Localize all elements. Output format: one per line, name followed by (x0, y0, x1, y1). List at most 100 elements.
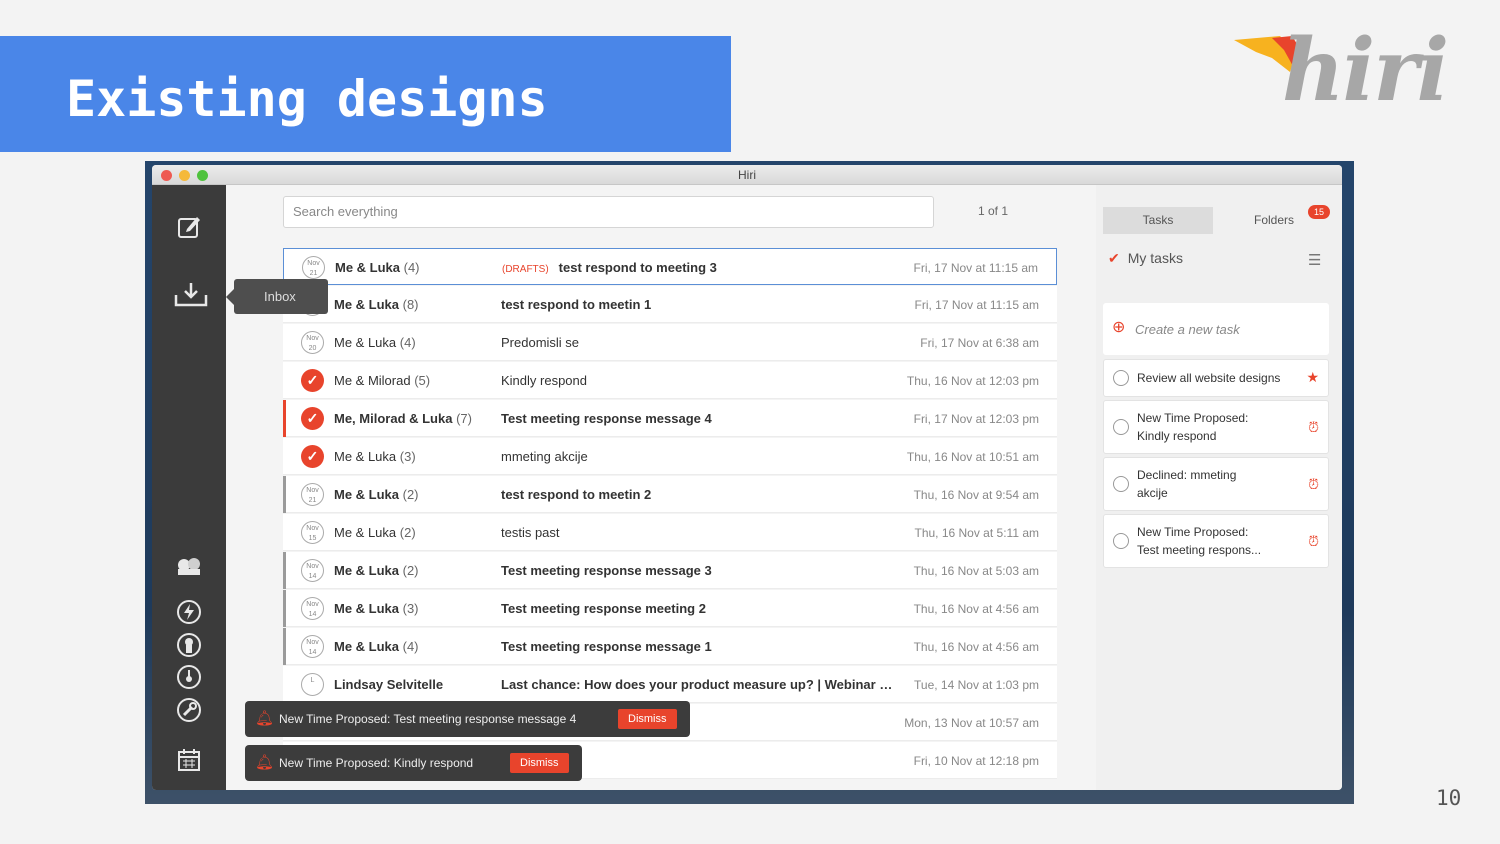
done-check-icon[interactable]: ✓ (301, 445, 324, 468)
email-date: Fri, 17 Nov at 6:38 am (920, 336, 1039, 350)
done-check-icon[interactable]: ✓ (301, 407, 324, 430)
result-counter: 1 of 1 (978, 204, 1009, 218)
email-subject: test respond to meetin 1 (501, 297, 652, 312)
email-subject: Test meeting response message 1 (501, 639, 712, 654)
email-row[interactable]: ✓ Me, Milorad & Luka (7) Test meeting resp… (283, 400, 1057, 437)
email-row[interactable]: Nov 21 Me & Luka (4) (DRAFTS) test respond … (283, 248, 1057, 285)
thread-count: (4) (399, 335, 416, 350)
email-subject: test respond to meetin 2 (501, 487, 652, 502)
alarm-icon[interactable]: ⏰︎ (1308, 419, 1319, 436)
create-task-placeholder: Create a new task (1135, 322, 1240, 337)
calendar-date-icon[interactable]: Nov 15 (301, 521, 324, 544)
email-row[interactable]: L Lindsay Selvitelle Last chance: How doe… (283, 666, 1057, 703)
inbox-icon[interactable] (173, 281, 208, 313)
email-row[interactable]: Nov 14 Me & Luka (2) Test meeting response… (283, 552, 1057, 589)
task-card[interactable]: New Time Proposed: Test meeting respons.… (1103, 514, 1329, 568)
bell-icon: 🔔︎ (255, 710, 275, 727)
email-row[interactable]: Nov 21Me & Luka (8)test respond to meeti… (283, 286, 1057, 323)
add-circle-icon: ⊕ (1112, 319, 1126, 336)
window-title: Hiri (738, 168, 756, 182)
calendar-date-icon[interactable]: Nov 14 (301, 597, 324, 620)
title-banner: Existing designs (0, 36, 731, 152)
email-row[interactable]: ✓ Me & Luka (3) mmeting akcije Thu, 16 Nov … (283, 438, 1057, 475)
email-row[interactable]: Nov 15 Me & Luka (2) testis past Thu, 16 No… (283, 514, 1057, 551)
bell-icon: 🔔︎ (255, 754, 275, 771)
task-checkbox[interactable] (1113, 370, 1129, 386)
email-sender: Me & Luka (4) (335, 260, 420, 275)
sidebar (152, 185, 226, 790)
email-subject: testis past (501, 525, 560, 540)
email-sender: Me & Milorad (5) (334, 373, 431, 388)
calendar-date-icon[interactable]: Nov 14 (301, 635, 324, 658)
email-date: Thu, 16 Nov at 5:03 am (913, 564, 1039, 578)
tasks-panel: Tasks Folders 15 ✔ My tasks ☰ ⊕ Create a … (1096, 185, 1342, 790)
alarm-icon[interactable]: ⏰︎ (1308, 476, 1319, 493)
email-date: Thu, 16 Nov at 12:03 pm (906, 374, 1039, 388)
calendar-date-icon[interactable]: L (301, 673, 324, 696)
email-subject: Test meeting response meeting 2 (501, 601, 706, 616)
menu-icon[interactable]: ☰ (1308, 251, 1321, 269)
email-row[interactable]: Nov 21 Me & Luka (2) test respond to meeti… (283, 476, 1057, 513)
people-icon[interactable] (173, 555, 205, 587)
email-sender: Me & Luka (2) (334, 487, 419, 502)
task-title: New Time Proposed: (1137, 525, 1249, 539)
task-card[interactable]: New Time Proposed: Kindly respond ⏰︎ (1103, 400, 1329, 454)
dashboard-icon[interactable] (173, 664, 205, 696)
calendar-icon[interactable] (173, 747, 205, 779)
check-icon: ✔ (1108, 250, 1120, 266)
star-icon[interactable]: ★ (1306, 369, 1319, 386)
calendar-date-icon[interactable]: Nov 21 (302, 256, 325, 279)
dismiss-button[interactable]: Dismiss (510, 753, 569, 773)
my-tasks-heading[interactable]: ✔ My tasks (1108, 250, 1183, 267)
search-input[interactable]: Search everything (283, 196, 934, 228)
task-title: Declined: mmeting (1137, 468, 1237, 482)
email-row[interactable]: Nov 14 Me & Luka (3) Test meeting response… (283, 590, 1057, 627)
email-date: Fri, 17 Nov at 11:15 am (913, 261, 1039, 275)
compose-icon[interactable] (173, 213, 205, 245)
dismiss-button[interactable]: Dismiss (618, 709, 677, 729)
task-checkbox[interactable] (1113, 419, 1129, 435)
inbox-tooltip: Inbox (226, 279, 328, 314)
email-sender: Me & Luka (4) (334, 639, 419, 654)
page-number: 10 (1436, 786, 1462, 810)
tab-tasks[interactable]: Tasks (1103, 207, 1213, 234)
email-date: Thu, 16 Nov at 9:54 am (913, 488, 1039, 502)
task-checkbox[interactable] (1113, 533, 1129, 549)
email-date: Fri, 17 Nov at 12:03 pm (913, 412, 1039, 426)
calendar-date-icon[interactable]: Nov 14 (301, 559, 324, 582)
lightning-icon[interactable] (173, 599, 205, 631)
email-subject: mmeting akcije (501, 449, 588, 464)
thread-count: (2) (402, 487, 419, 502)
task-checkbox[interactable] (1113, 476, 1129, 492)
tools-icon[interactable] (173, 697, 205, 729)
email-sender: Lindsay Selvitelle (334, 677, 444, 692)
email-row[interactable]: ✓ Me & Milorad (5) Kindly respond Thu, 16 N… (283, 362, 1057, 399)
toast-text: New Time Proposed: Test meeting response… (279, 712, 577, 726)
task-card[interactable]: Declined: mmeting akcije ⏰︎ (1103, 457, 1329, 511)
row-marker (283, 628, 286, 665)
notification-toast: 🔔︎ New Time Proposed: Kindly respond Dis… (245, 745, 582, 781)
task-subtitle: Kindly respond (1137, 429, 1217, 443)
email-subject: Test meeting response message 3 (501, 563, 712, 578)
alarm-icon[interactable]: ⏰︎ (1308, 533, 1319, 550)
contact-icon[interactable] (173, 632, 205, 664)
calendar-date-icon[interactable]: Nov 21 (301, 483, 324, 506)
email-subject: Kindly respond (501, 373, 587, 388)
calendar-date-icon[interactable]: Nov 20 (301, 331, 324, 354)
create-task-input[interactable]: ⊕ Create a new task (1103, 303, 1329, 355)
email-date: Mon, 13 Nov at 10:57 am (904, 716, 1039, 730)
email-date: Fri, 10 Nov at 12:18 pm (913, 754, 1039, 768)
task-title: New Time Proposed: (1137, 411, 1249, 425)
window-titlebar: Hiri (152, 165, 1342, 185)
my-tasks-label: My tasks (1127, 250, 1183, 266)
email-subject: (DRAFTS) test respond to meeting 3 (502, 260, 717, 275)
folders-count-badge: 15 (1308, 205, 1330, 219)
task-card[interactable]: Review all website designs ★ (1103, 359, 1329, 397)
email-row[interactable]: Nov 14 Me & Luka (4) Test meeting response… (283, 628, 1057, 665)
email-row[interactable]: Nov 20 Me & Luka (4) Predomisli se Fri, 17 … (283, 324, 1057, 361)
toast-text: New Time Proposed: Kindly respond (279, 756, 474, 770)
done-check-icon[interactable]: ✓ (301, 369, 324, 392)
email-sender: Me & Luka (3) (334, 601, 419, 616)
email-date: Thu, 16 Nov at 4:56 am (913, 640, 1039, 654)
logo-text: hiri (1282, 20, 1449, 121)
